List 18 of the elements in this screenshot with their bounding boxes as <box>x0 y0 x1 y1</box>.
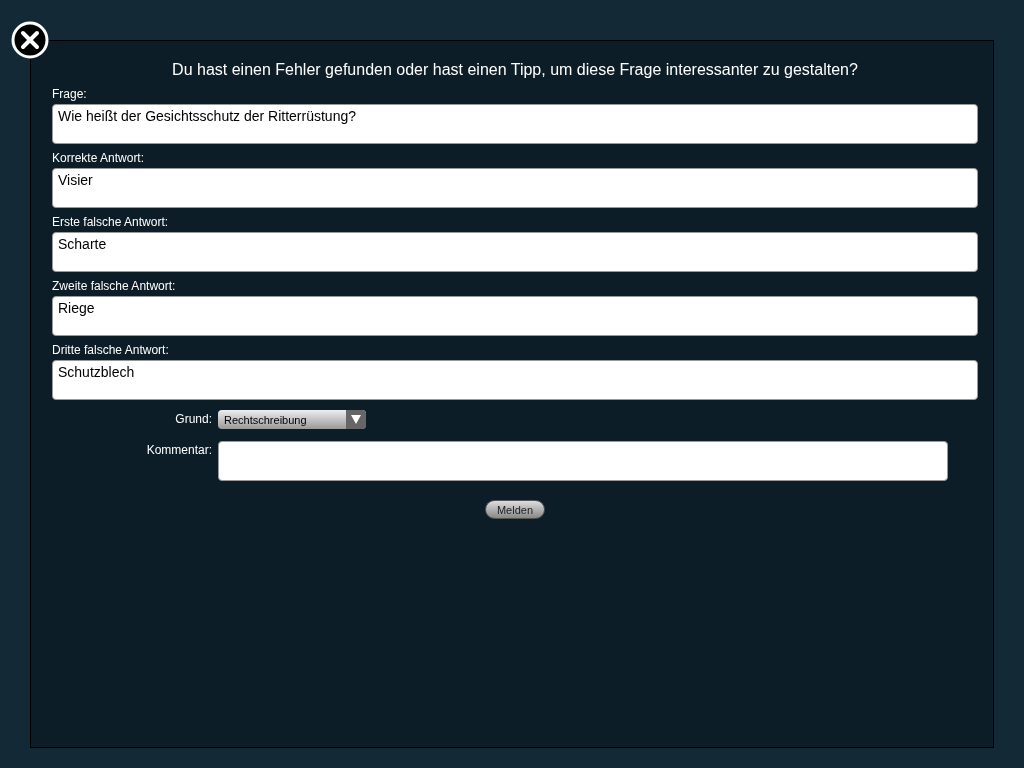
input-field[interactable]: Scharte <box>52 232 978 272</box>
reason-dropdown[interactable]: Rechtschreibung <box>218 410 366 429</box>
field-label: Erste falsche Antwort: <box>52 215 170 229</box>
field-label: Korrekte Antwort: <box>52 151 146 165</box>
input-field[interactable]: Schutzblech <box>52 360 978 400</box>
field-label: Grund: <box>174 411 212 426</box>
field-label: Dritte falsche Antwort: <box>52 343 170 357</box>
close-icon[interactable] <box>11 21 49 59</box>
comment-field[interactable] <box>218 441 948 481</box>
dialog-title: Du hast einen Fehler gefunden oder hast einen Tipp, um diese Frage interessanter zu gestalten? <box>171 61 859 79</box>
input-field[interactable]: Riege <box>52 296 978 336</box>
field-label: Zweite falsche Antwort: <box>52 279 177 293</box>
field-label: Frage: <box>52 87 88 101</box>
caret-icon <box>351 415 361 424</box>
field-label: Kommentar: <box>145 442 212 457</box>
input-field[interactable]: Visier <box>52 168 978 208</box>
submit-button[interactable]: Melden <box>485 500 545 519</box>
input-field[interactable]: Wie heißt der Gesichtsschutz der Ritterrüstung? <box>52 104 978 144</box>
